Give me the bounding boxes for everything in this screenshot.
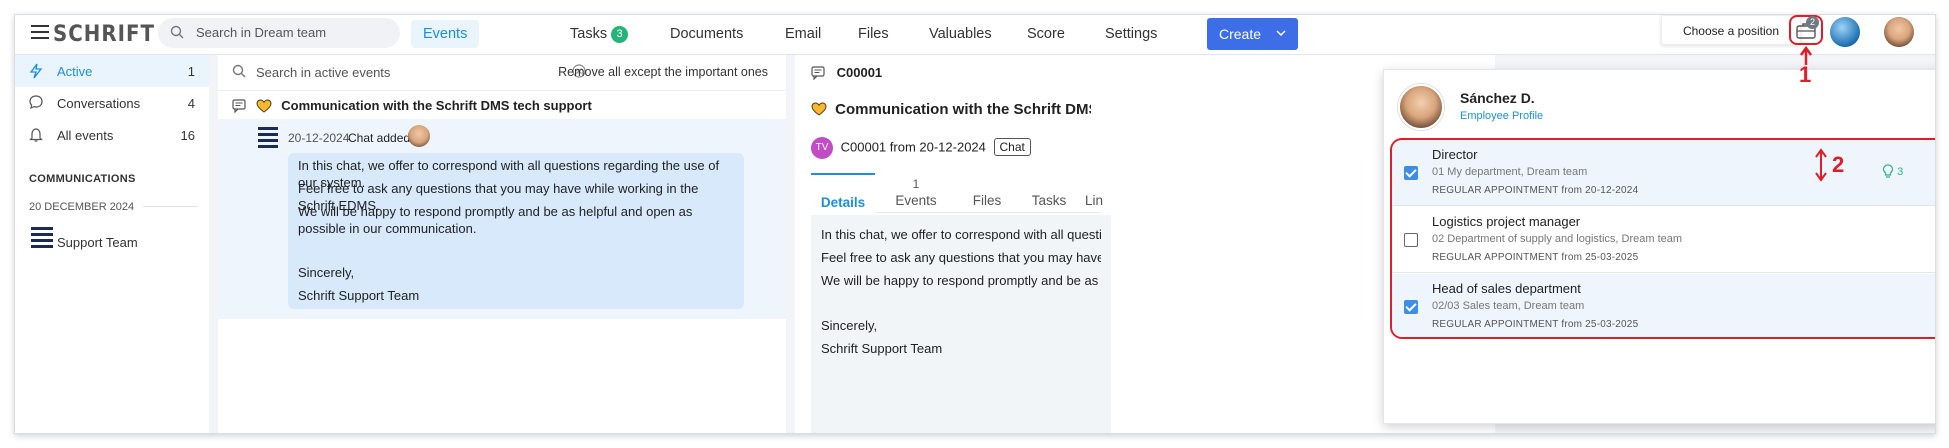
entry-date: 20-12-2024 [288,131,350,145]
event-title: Communication with the Schrift DMS tech … [811,101,1091,118]
author-initials-avatar: TV [811,137,833,159]
bell-icon [29,128,43,142]
avatar [408,125,430,147]
chat-square-icon [811,66,825,80]
nav-score[interactable]: Score [1027,15,1065,53]
search-icon [232,64,246,78]
position-count-badge: 2 [1806,16,1819,29]
position-checkbox[interactable] [1404,166,1418,180]
detail-tabs: Details 1 Events Files Tasks Lin [811,173,1103,213]
choose-position-tooltip: Choose a position [1661,15,1801,45]
menu-icon[interactable] [31,25,49,43]
event-type-tag: Chat [993,138,1031,157]
event-detail-body: In this chat, we offer to correspond wit… [811,215,1111,433]
annotation-arrow-2-icon [1815,148,1827,182]
divider [143,206,198,207]
sidebar-item-support-team[interactable]: Support Team [15,223,209,259]
nav-events[interactable]: Events [411,20,480,48]
position-row-head-of-sales[interactable]: Head of sales department 02/03 Sales tea… [1392,274,1935,337]
position-switcher-button[interactable]: 2 [1789,15,1823,45]
detail-line: Schrift Support Team [821,341,943,356]
lightbulb-icon [1882,164,1894,178]
employee-name: Sánchez D. [1460,90,1535,106]
chat-square-icon [232,99,246,113]
date-header: 20 DECEMBER 2024 [29,201,135,213]
position-checkbox[interactable] [1404,233,1418,247]
global-search-placeholder: Search in Dream team [196,25,327,40]
detail-line: In this chat, we offer to correspond wit… [821,227,1101,242]
thread-entry: 20-12-2024 Chat added In this chat, we o… [218,119,786,319]
message-line: Schrift Support Team [298,288,420,303]
events-search-placeholder: Search in active events [256,65,391,80]
lightning-icon [29,63,43,79]
position-row-logistics[interactable]: Logistics project manager 02 Department … [1392,207,1935,273]
app-logo[interactable]: SCHRIFT [53,22,155,47]
top-bar: SCHRIFT Search in Dream team Events Task… [15,15,1935,55]
position-list: Director 01 My department, Dream team RE… [1390,138,1935,339]
nav-documents[interactable]: Documents [670,15,743,53]
user-avatar[interactable] [1884,17,1914,47]
message-bubble: In this chat, we offer to correspond wit… [288,153,744,309]
thread-title[interactable]: Communication with the Schrift DMS tech … [232,98,592,113]
heart-handshake-icon [811,102,827,116]
tab-events[interactable]: 1 Events [881,173,951,213]
sidebar-item-conversations[interactable]: Conversations 4 [15,87,209,119]
nav-email[interactable]: Email [785,15,821,53]
support-team-logo-icon [258,127,278,151]
heart-handshake-icon [256,99,272,113]
sidebar-item-all-events[interactable]: All events 16 [15,119,209,151]
detail-line: Feel free to ask any questions that you … [821,250,1101,265]
message-line: Sincerely, [298,265,355,280]
detail-line: We will be happy to respond promptly and… [821,273,1101,288]
detail-line: Sincerely, [821,318,878,333]
search-icon [170,25,184,39]
position-switcher-popup: Sánchez D. Employee Profile Director 01 … [1383,69,1935,424]
message-line: We will be happy to respond promptly and… [298,204,693,236]
annotation-marker-2: 2 [1832,152,1845,177]
tab-files[interactable]: Files [957,173,1017,213]
tab-details[interactable]: Details [811,173,875,213]
communications-heading: COMMUNICATIONS [29,173,136,185]
avatar [1398,84,1444,130]
global-search-input[interactable]: Search in Dream team [158,18,400,48]
entry-action: Chat added [348,131,411,145]
tab-tasks[interactable]: Tasks [1019,173,1079,213]
chat-bubble-icon [29,95,43,109]
position-checkbox[interactable] [1404,300,1418,314]
event-subtitle: TV C00001 from 20-12-2024 Chat [811,137,1031,159]
event-id: C00001 [811,65,882,80]
tasks-count-badge: 3 [611,26,629,43]
sidebar-item-active[interactable]: Active 1 [15,55,209,87]
create-button[interactable]: Create [1207,18,1298,50]
position-row-director[interactable]: Director 01 My department, Dream team RE… [1392,140,1935,206]
app-window: SCHRIFT Search in Dream team Events Task… [14,14,1936,434]
support-team-logo-icon [31,227,53,251]
tab-links[interactable]: Lin [1079,173,1109,213]
chevron-down-icon [1276,30,1286,37]
nav-files[interactable]: Files [858,15,889,53]
left-sidebar: Active 1 Conversations 4 All events 16 C… [15,55,209,433]
position-notifications[interactable]: 3 [1882,164,1903,178]
employee-profile-link[interactable]: Employee Profile [1460,110,1543,122]
nav-settings[interactable]: Settings [1105,15,1157,53]
nav-tasks[interactable]: Tasks 3 [570,15,629,53]
annotation-marker-1: 1 [1799,62,1812,87]
organization-globe-icon[interactable] [1830,17,1860,47]
nav-valuables[interactable]: Valuables [929,15,992,53]
events-list-panel: Search in active events Remove all excep… [218,55,786,433]
events-search-bar[interactable]: Search in active events Remove all excep… [218,55,786,91]
remove-except-important-button[interactable]: Remove all except the important ones [558,65,768,79]
